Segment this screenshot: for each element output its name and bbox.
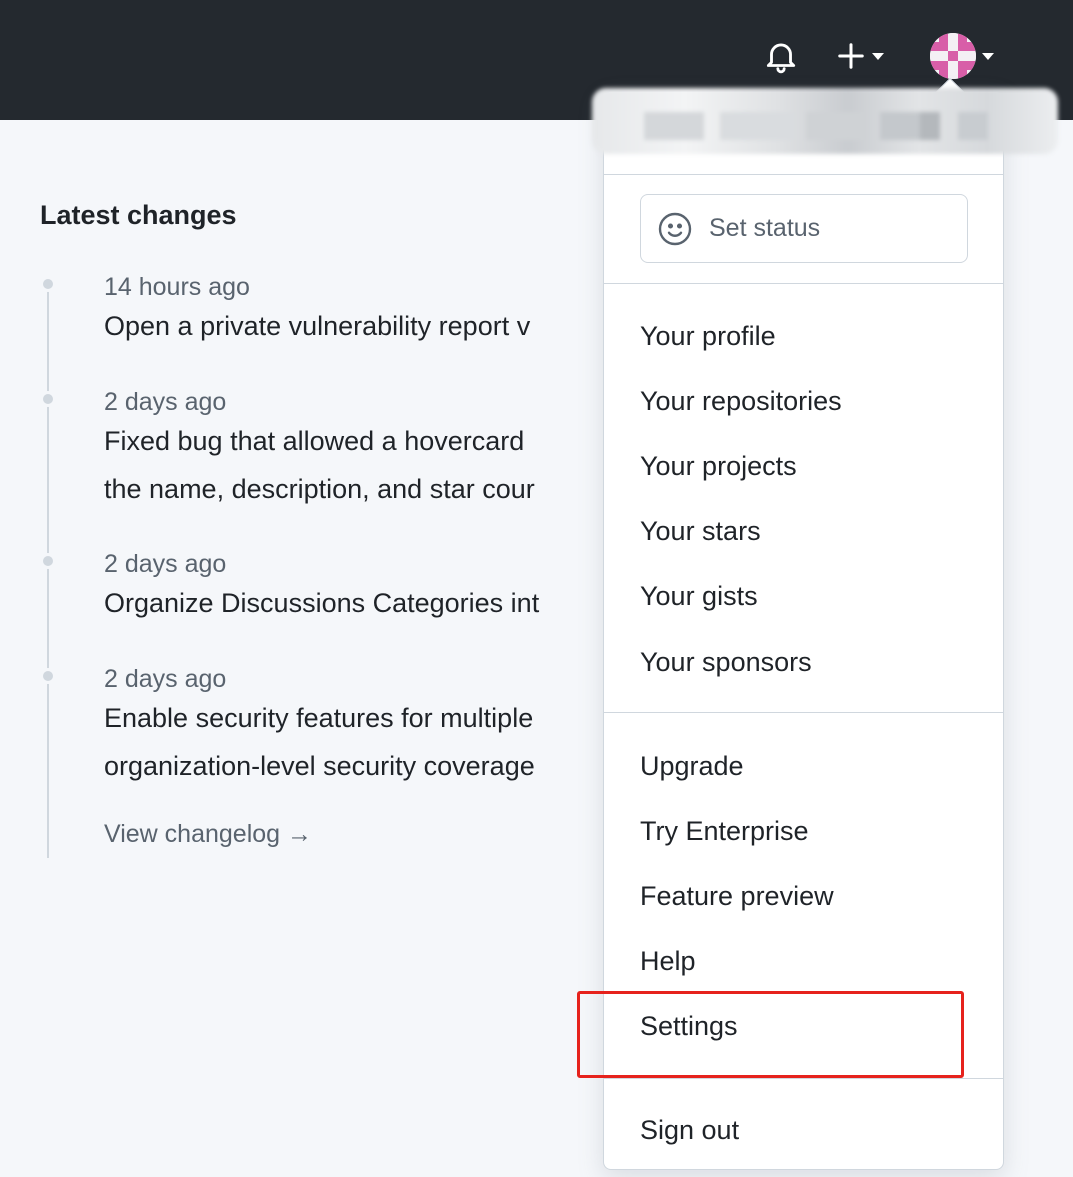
menu-item-your-projects[interactable]: Your projects xyxy=(640,448,797,484)
menu-item-feature-preview[interactable]: Feature preview xyxy=(640,878,834,914)
entry-time: 2 days ago xyxy=(104,388,227,416)
menu-item-try-enterprise[interactable]: Try Enterprise xyxy=(640,813,809,849)
entry-text[interactable]: Enable security features for multiple xyxy=(104,694,624,742)
menu-item-settings[interactable]: Settings xyxy=(640,1008,738,1044)
view-changelog-link[interactable]: View changelog → xyxy=(104,820,312,849)
entry-time: 2 days ago xyxy=(104,550,227,578)
timeline-dot xyxy=(40,391,56,407)
chevron-down-icon xyxy=(872,52,884,60)
create-new-button[interactable] xyxy=(836,36,900,76)
bell-icon xyxy=(766,43,796,74)
set-status-button[interactable]: Set status xyxy=(640,194,968,263)
entry-time: 2 days ago xyxy=(104,665,227,693)
menu-item-sign-out[interactable]: Sign out xyxy=(640,1112,739,1148)
entry-text[interactable]: Fixed bug that allowed a hovercard xyxy=(104,417,624,465)
menu-item-your-profile[interactable]: Your profile xyxy=(640,318,776,354)
menu-divider xyxy=(604,712,1003,713)
menu-item-upgrade[interactable]: Upgrade xyxy=(640,748,744,784)
chevron-down-icon xyxy=(982,52,994,60)
plus-icon xyxy=(838,43,864,69)
menu-item-help[interactable]: Help xyxy=(640,943,696,979)
changelog-entry[interactable]: 2 days ago Enable security features for … xyxy=(104,664,624,792)
smiley-icon xyxy=(658,212,692,245)
entry-text[interactable]: organization-level security coverage xyxy=(104,742,624,790)
set-status-label: Set status xyxy=(709,214,821,242)
menu-divider xyxy=(604,174,1003,175)
notifications-button[interactable] xyxy=(762,36,802,76)
changelog-entry[interactable]: 2 days ago Fixed bug that allowed a hove… xyxy=(104,387,624,515)
menu-item-your-gists[interactable]: Your gists xyxy=(640,578,758,614)
avatar xyxy=(930,33,976,79)
menu-divider xyxy=(604,283,1003,284)
entry-text[interactable]: the name, description, and star cour xyxy=(104,465,624,513)
timeline-dot xyxy=(40,668,56,684)
entry-text[interactable]: Open a private vulnerability report v xyxy=(104,302,624,350)
changelog-entry[interactable]: 14 hours ago Open a private vulnerabilit… xyxy=(104,272,624,352)
menu-divider xyxy=(604,1078,1003,1079)
menu-item-your-sponsors[interactable]: Your sponsors xyxy=(640,644,812,680)
entry-text[interactable]: Organize Discussions Categories int xyxy=(104,579,624,627)
latest-changes-heading: Latest changes xyxy=(40,200,237,230)
user-menu-button[interactable] xyxy=(930,30,1010,82)
entry-time: 14 hours ago xyxy=(104,273,250,301)
menu-item-your-repositories[interactable]: Your repositories xyxy=(640,383,842,419)
signed-in-as-blurred xyxy=(592,88,1058,154)
changelog-entry[interactable]: 2 days ago Organize Discussions Categori… xyxy=(104,549,624,629)
timeline-dot xyxy=(40,276,56,292)
timeline-line xyxy=(47,283,49,858)
timeline-dot xyxy=(40,553,56,569)
menu-item-your-stars[interactable]: Your stars xyxy=(640,513,761,549)
